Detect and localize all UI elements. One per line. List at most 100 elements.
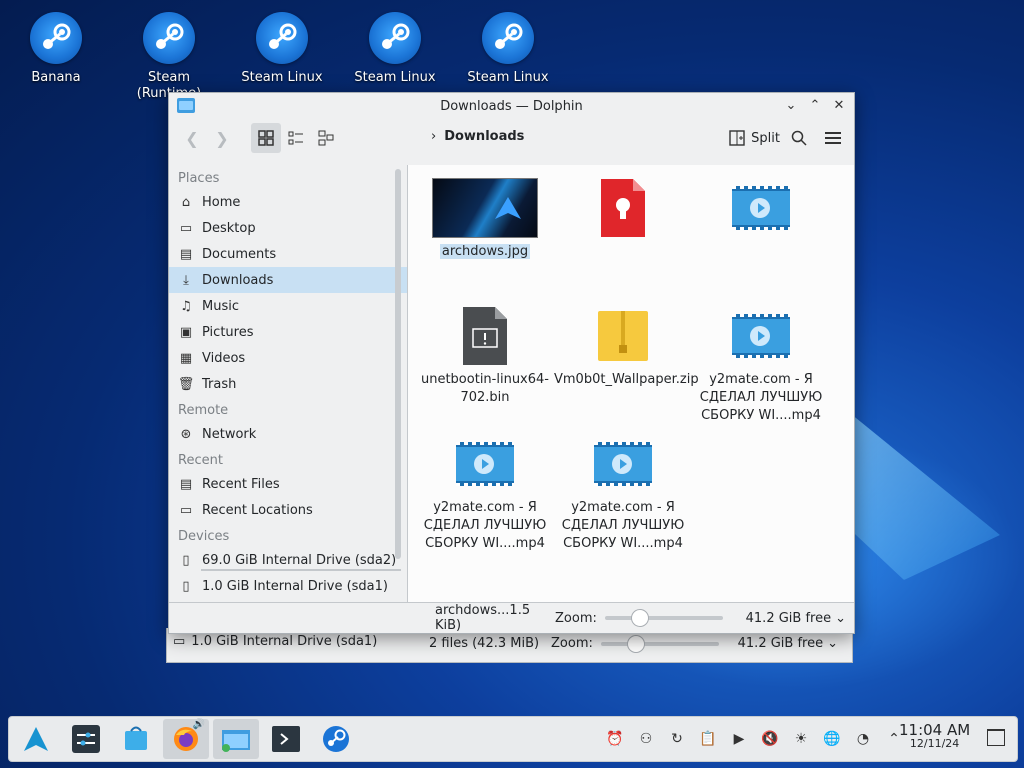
kde-connect-icon[interactable]: ⚇	[634, 727, 658, 751]
close-button[interactable]: ✕	[830, 96, 848, 114]
system-settings-button[interactable]	[63, 719, 109, 759]
steam-icon	[143, 12, 195, 64]
sidebar-item-sda2[interactable]: ▯ 69.0 GiB Internal Drive (sda2)	[169, 547, 407, 573]
hamburger-menu-button[interactable]	[818, 123, 848, 153]
dolphin-button[interactable]	[213, 719, 259, 759]
file-item[interactable]: y2mate.com - Я СДЕЛАЛ ЛУЧШУЮ СБОРКУ WI..…	[692, 303, 830, 431]
breadcrumb[interactable]: › Downloads	[431, 129, 524, 144]
sidebar-item-videos[interactable]: ▦ Videos	[169, 345, 407, 371]
steam-icon	[369, 12, 421, 64]
konsole-button[interactable]	[263, 719, 309, 759]
file-name: unetbootin-linux64-702.bin	[420, 372, 549, 405]
sidebar-item-trash[interactable]: 🗑 Trash	[169, 371, 407, 397]
show-desktop-button[interactable]	[987, 729, 1005, 746]
file-item[interactable]: y2mate.com - Я СДЕЛАЛ ЛУЧШУЮ СБОРКУ WI..…	[554, 431, 692, 559]
desktop-icon-steam-linux-3[interactable]: Steam Linux	[458, 12, 558, 86]
power-profile-icon[interactable]: ◔	[851, 727, 875, 751]
sidebar-item-downloads[interactable]: ⤓ Downloads	[169, 267, 407, 293]
drive-icon: ▯	[182, 552, 190, 568]
sidebar-item-music[interactable]: ♫ Music	[169, 293, 407, 319]
file-view[interactable]: archdows.jpg unetbootin-linux64-702.bin …	[407, 165, 854, 603]
free-space-label: 41.2 GiB free	[745, 610, 832, 626]
sidebar-item-label: Videos	[202, 350, 246, 366]
steam-icon	[323, 726, 349, 752]
brightness-icon[interactable]: ☀	[789, 727, 813, 751]
speaker-icon: 🔊	[192, 719, 205, 730]
binary-icon	[416, 305, 554, 367]
folder-app-icon	[177, 98, 195, 113]
desktop-icon-steam-linux-1[interactable]: Steam Linux	[232, 12, 332, 86]
devices-header: Devices	[178, 529, 230, 544]
desktop-icon-steam-runtime[interactable]: Steam (Runtime)	[119, 12, 219, 102]
drive-warning-icon: ▯	[182, 578, 190, 594]
store-icon	[125, 726, 147, 750]
sidebar-item-recent-locations[interactable]: ▭ Recent Locations	[169, 497, 407, 523]
arch-logo-icon	[24, 727, 48, 751]
home-icon: ⌂	[181, 194, 191, 210]
back-button[interactable]: ❮	[177, 123, 207, 153]
file-item[interactable]	[692, 175, 830, 303]
sidebar-item-recent-files[interactable]: ▤ Recent Files	[169, 471, 407, 497]
sidebar-item-desktop[interactable]: ▭ Desktop	[169, 215, 407, 241]
details-view-button[interactable]	[311, 123, 341, 153]
alarm-icon[interactable]: ⏰	[603, 727, 627, 751]
video-icon	[554, 433, 692, 495]
video-icon	[416, 433, 554, 495]
sidebar-scrollbar[interactable]	[395, 169, 401, 559]
split-button[interactable]: Split	[725, 125, 784, 151]
zoom-label: Zoom:	[555, 610, 597, 626]
zoom-label: Zoom:	[551, 636, 593, 651]
sidebar-item-documents[interactable]: ▤ Documents	[169, 241, 407, 267]
firefox-button[interactable]: 🔊	[163, 719, 209, 759]
trash-icon: 🗑	[177, 376, 195, 392]
volume-muted-icon[interactable]: 🔇	[758, 727, 782, 751]
search-button[interactable]	[784, 123, 814, 153]
sidebar-item-sda1[interactable]: ▯ 1.0 GiB Internal Drive (sda1)	[169, 573, 407, 599]
maximize-button[interactable]: ⌃	[806, 96, 824, 114]
steam-button[interactable]	[313, 719, 359, 759]
file-item[interactable]: y2mate.com - Я СДЕЛАЛ ЛУЧШУЮ СБОРКУ WI..…	[416, 431, 554, 559]
discover-button[interactable]	[113, 719, 159, 759]
chevron-down-icon: ⌄	[827, 636, 838, 651]
file-item[interactable]: archdows.jpg	[416, 175, 554, 303]
free-space-dropdown[interactable]: 41.2 GiB free ⌄	[738, 636, 846, 651]
zoom-slider[interactable]	[604, 609, 723, 627]
zoom-slider[interactable]	[600, 634, 719, 653]
folder-icon	[222, 730, 250, 752]
desktop-icon-steam-linux-2[interactable]: Steam Linux	[345, 12, 445, 86]
file-item[interactable]	[554, 175, 692, 303]
clipboard-icon[interactable]: 📋	[696, 727, 720, 751]
compact-view-button[interactable]	[281, 123, 311, 153]
desktop-icon-label: Banana	[31, 70, 81, 85]
network-globe-icon[interactable]: 🌐	[820, 727, 844, 751]
sidebar-item-label: Documents	[202, 246, 277, 262]
minimize-button[interactable]: ⌄	[782, 96, 800, 114]
sidebar-item-label: Network	[202, 426, 257, 442]
desktop-icon-banana[interactable]: Banana	[6, 12, 106, 86]
places-header: Places	[178, 171, 220, 186]
sidebar-item-network[interactable]: ⊛ Network	[169, 421, 407, 447]
forward-button[interactable]: ❯	[207, 123, 237, 153]
sidebar-item-label: Home	[202, 194, 241, 210]
breadcrumb-current[interactable]: Downloads	[444, 129, 524, 144]
free-space-dropdown[interactable]: 41.2 GiB free ⌄	[746, 611, 854, 626]
digital-clock[interactable]: 11:04 AM 12/11/24	[899, 723, 970, 751]
sidebar-item-pictures[interactable]: ▣ Pictures	[169, 319, 407, 345]
sidebar-item-device[interactable]: ▭ 1.0 GiB Internal Drive (sda1)	[173, 634, 377, 649]
network-icon: ⊛	[180, 426, 192, 442]
sidebar-item-label: Downloads	[202, 272, 274, 288]
file-item[interactable]: unetbootin-linux64-702.bin	[416, 303, 554, 431]
toolbar: ❮ ❯ › Downloads Split	[169, 119, 854, 157]
file-item[interactable]: Vm0b0t_Wallpaper.zip	[554, 303, 699, 431]
file-name: y2mate.com - Я СДЕЛАЛ ЛУЧШУЮ СБОРКУ WI..…	[561, 500, 685, 551]
sidebar-item-home[interactable]: ⌂ Home	[169, 189, 407, 215]
sidebar-item-label: Desktop	[202, 220, 256, 236]
video-icon	[692, 305, 830, 367]
title-bar[interactable]: Downloads — Dolphin ⌄ ⌃ ✕	[169, 93, 854, 119]
media-play-icon[interactable]: ▶	[727, 727, 751, 751]
icons-view-button[interactable]	[251, 123, 281, 153]
update-icon[interactable]: ↻	[665, 727, 689, 751]
app-launcher-button[interactable]	[13, 719, 59, 759]
steam-icon	[256, 12, 308, 64]
video-icon	[692, 177, 830, 239]
